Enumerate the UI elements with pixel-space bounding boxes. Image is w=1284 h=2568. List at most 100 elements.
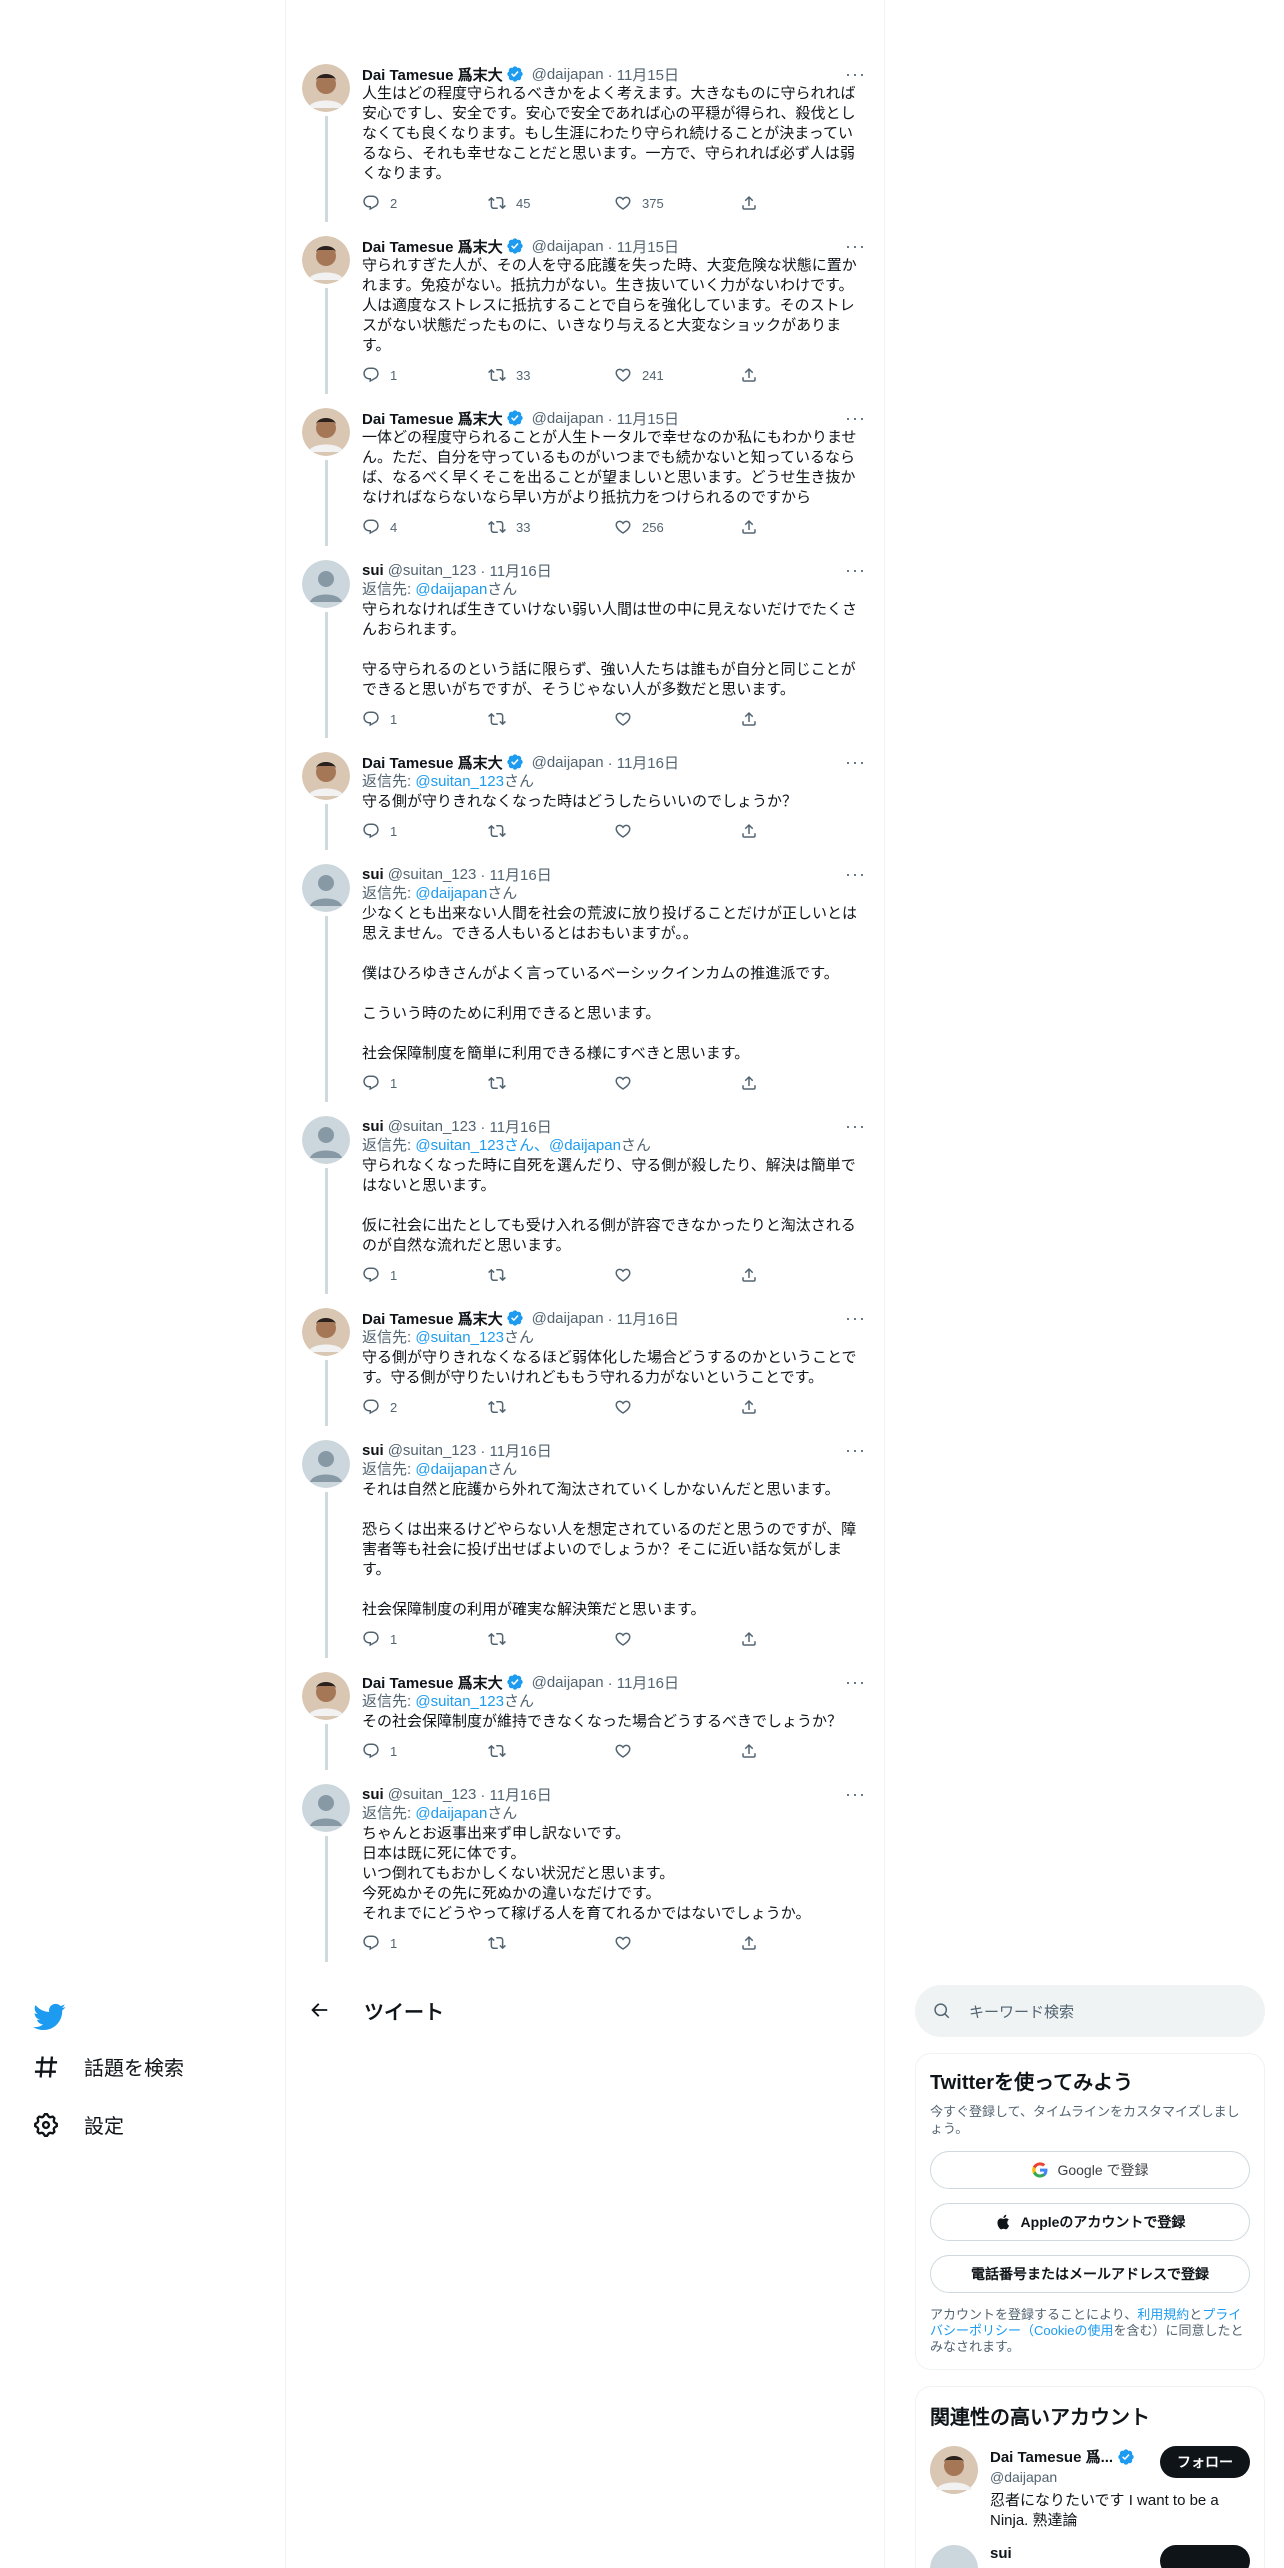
nav-item-settings[interactable]: 設定 — [32, 2110, 124, 2139]
author-name[interactable]: Dai Tamesue 爲末大 — [362, 1308, 503, 1329]
like-button[interactable]: 241 — [614, 366, 740, 384]
phone-email-signup-button[interactable]: 電話番号またはメールアドレスで登録 — [930, 2255, 1250, 2293]
more-options-icon[interactable]: ··· — [845, 236, 866, 257]
reply-button[interactable]: 1 — [362, 1266, 488, 1284]
reply-button[interactable]: 2 — [362, 1398, 488, 1416]
like-button[interactable]: 256 — [614, 518, 740, 536]
author-handle[interactable]: @suitan_123 — [388, 562, 477, 579]
author-handle[interactable]: @daijapan — [532, 410, 604, 427]
retweet-button[interactable]: 45 — [488, 194, 614, 212]
share-button[interactable] — [740, 518, 866, 536]
author-handle[interactable]: @suitan_123 — [388, 1118, 477, 1135]
more-options-icon[interactable]: ··· — [845, 1672, 866, 1693]
author-name[interactable]: Dai Tamesue 爲末大 — [362, 752, 503, 773]
like-button[interactable] — [614, 1934, 740, 1952]
more-options-icon[interactable]: ··· — [845, 560, 866, 581]
avatar[interactable] — [930, 2446, 978, 2494]
tweet[interactable]: sui @suitan_123 · 11月16日 ··· 返信先: @daijapanさ… — [286, 546, 884, 738]
like-button[interactable] — [614, 822, 740, 840]
more-options-icon[interactable]: ··· — [845, 1308, 866, 1329]
retweet-button[interactable]: 33 — [488, 518, 614, 536]
avatar[interactable] — [930, 2545, 978, 2568]
like-button[interactable] — [614, 1630, 740, 1648]
share-button[interactable] — [740, 1398, 866, 1416]
like-button[interactable] — [614, 1074, 740, 1092]
author-handle[interactable]: @daijapan — [532, 238, 604, 255]
avatar[interactable] — [302, 1672, 350, 1720]
share-button[interactable] — [740, 1074, 866, 1092]
tweet-date[interactable]: · 11月16日 — [480, 864, 551, 885]
more-options-icon[interactable]: ··· — [845, 864, 866, 885]
follow-button[interactable] — [1160, 2545, 1250, 2568]
retweet-button[interactable] — [488, 1630, 614, 1648]
reply-mention[interactable]: @daijapan — [415, 1805, 487, 1822]
tweet-date[interactable]: · 11月16日 — [480, 1116, 551, 1137]
follow-button[interactable]: フォロー — [1160, 2446, 1250, 2478]
tweet-date[interactable]: · 11月15日 — [608, 408, 679, 429]
author-handle[interactable]: @suitan_123 — [388, 1442, 477, 1459]
tweet[interactable]: Dai Tamesue 爲末大 @daijapan · 11月16日 ··· 返信先: … — [286, 1294, 884, 1426]
reply-button[interactable]: 1 — [362, 1074, 488, 1092]
author-name[interactable]: sui — [362, 1118, 384, 1135]
reply-mention[interactable]: @suitan_123 — [415, 1329, 504, 1346]
reply-mention[interactable]: @daijapan — [415, 885, 487, 902]
more-options-icon[interactable]: ··· — [845, 1440, 866, 1461]
nav-item-explore[interactable]: 話題を検索 — [32, 2052, 184, 2081]
author-name[interactable]: sui — [362, 562, 384, 579]
tweet[interactable]: Dai Tamesue 爲末大 @daijapan · 11月16日 ··· 返信先: … — [286, 1658, 884, 1770]
tweet-date[interactable]: · 11月15日 — [608, 64, 679, 85]
author-handle[interactable]: @suitan_123 — [388, 1786, 477, 1803]
reply-button[interactable]: 1 — [362, 1630, 488, 1648]
like-button[interactable] — [614, 1742, 740, 1760]
back-arrow-icon[interactable] — [304, 1999, 334, 2021]
share-button[interactable] — [740, 194, 866, 212]
author-handle[interactable]: @suitan_123 — [388, 866, 477, 883]
more-options-icon[interactable]: ··· — [845, 1116, 866, 1137]
reply-mention[interactable]: @suitan_123 — [415, 773, 504, 790]
share-button[interactable] — [740, 1934, 866, 1952]
tweet[interactable]: sui @suitan_123 · 11月16日 ··· 返信先: @daijapanさ… — [286, 1770, 884, 1962]
author-name[interactable]: sui — [362, 1442, 384, 1459]
avatar[interactable] — [302, 1784, 350, 1832]
tweet[interactable]: Dai Tamesue 爲末大 @daijapan · 11月16日 ··· 返信先: … — [286, 738, 884, 850]
tweet-date[interactable]: · 11月16日 — [480, 1784, 551, 1805]
share-button[interactable] — [740, 1742, 866, 1760]
like-button[interactable] — [614, 710, 740, 728]
reply-button[interactable]: 1 — [362, 1934, 488, 1952]
author-handle[interactable]: @daijapan — [532, 1674, 604, 1691]
author-name[interactable]: sui — [362, 1786, 384, 1803]
reply-button[interactable]: 1 — [362, 710, 488, 728]
reply-button[interactable]: 1 — [362, 822, 488, 840]
retweet-button[interactable] — [488, 1266, 614, 1284]
avatar[interactable] — [302, 1308, 350, 1356]
retweet-button[interactable] — [488, 1934, 614, 1952]
share-button[interactable] — [740, 366, 866, 384]
like-button[interactable] — [614, 1266, 740, 1284]
tweet-date[interactable]: · 11月16日 — [480, 1440, 551, 1461]
tweet[interactable]: Dai Tamesue 爲末大 @daijapan · 11月15日 ··· 人生はどの… — [286, 50, 884, 222]
tweet[interactable]: Dai Tamesue 爲末大 @daijapan · 11月15日 ··· 一体どの程… — [286, 394, 884, 546]
tweet-date[interactable]: · 11月16日 — [608, 1308, 679, 1329]
avatar[interactable] — [302, 752, 350, 800]
terms-link[interactable]: 利用規約 — [1137, 2307, 1189, 2322]
reply-mention[interactable]: @suitan_123さん、@daijapan — [415, 1137, 621, 1154]
share-button[interactable] — [740, 822, 866, 840]
related-account[interactable]: sui — [930, 2545, 1250, 2568]
twitter-bird-icon[interactable] — [32, 2000, 66, 2034]
avatar[interactable] — [302, 864, 350, 912]
search-box[interactable]: キーワード検索 — [915, 1985, 1265, 2037]
tweet[interactable]: sui @suitan_123 · 11月16日 ··· 返信先: @suitan_12… — [286, 1102, 884, 1294]
avatar[interactable] — [302, 236, 350, 284]
like-button[interactable]: 375 — [614, 194, 740, 212]
share-button[interactable] — [740, 1266, 866, 1284]
tweet[interactable]: sui @suitan_123 · 11月16日 ··· 返信先: @daijapanさ… — [286, 1426, 884, 1658]
more-options-icon[interactable]: ··· — [845, 752, 866, 773]
related-account[interactable]: Dai Tamesue 爲... @daijapan 忍者になりたいです I w… — [930, 2446, 1250, 2531]
avatar[interactable] — [302, 408, 350, 456]
tweet-date[interactable]: · 11月16日 — [608, 1672, 679, 1693]
retweet-button[interactable] — [488, 1398, 614, 1416]
reply-button[interactable]: 4 — [362, 518, 488, 536]
retweet-button[interactable] — [488, 1074, 614, 1092]
more-options-icon[interactable]: ··· — [845, 408, 866, 429]
reply-mention[interactable]: @daijapan — [415, 581, 487, 598]
